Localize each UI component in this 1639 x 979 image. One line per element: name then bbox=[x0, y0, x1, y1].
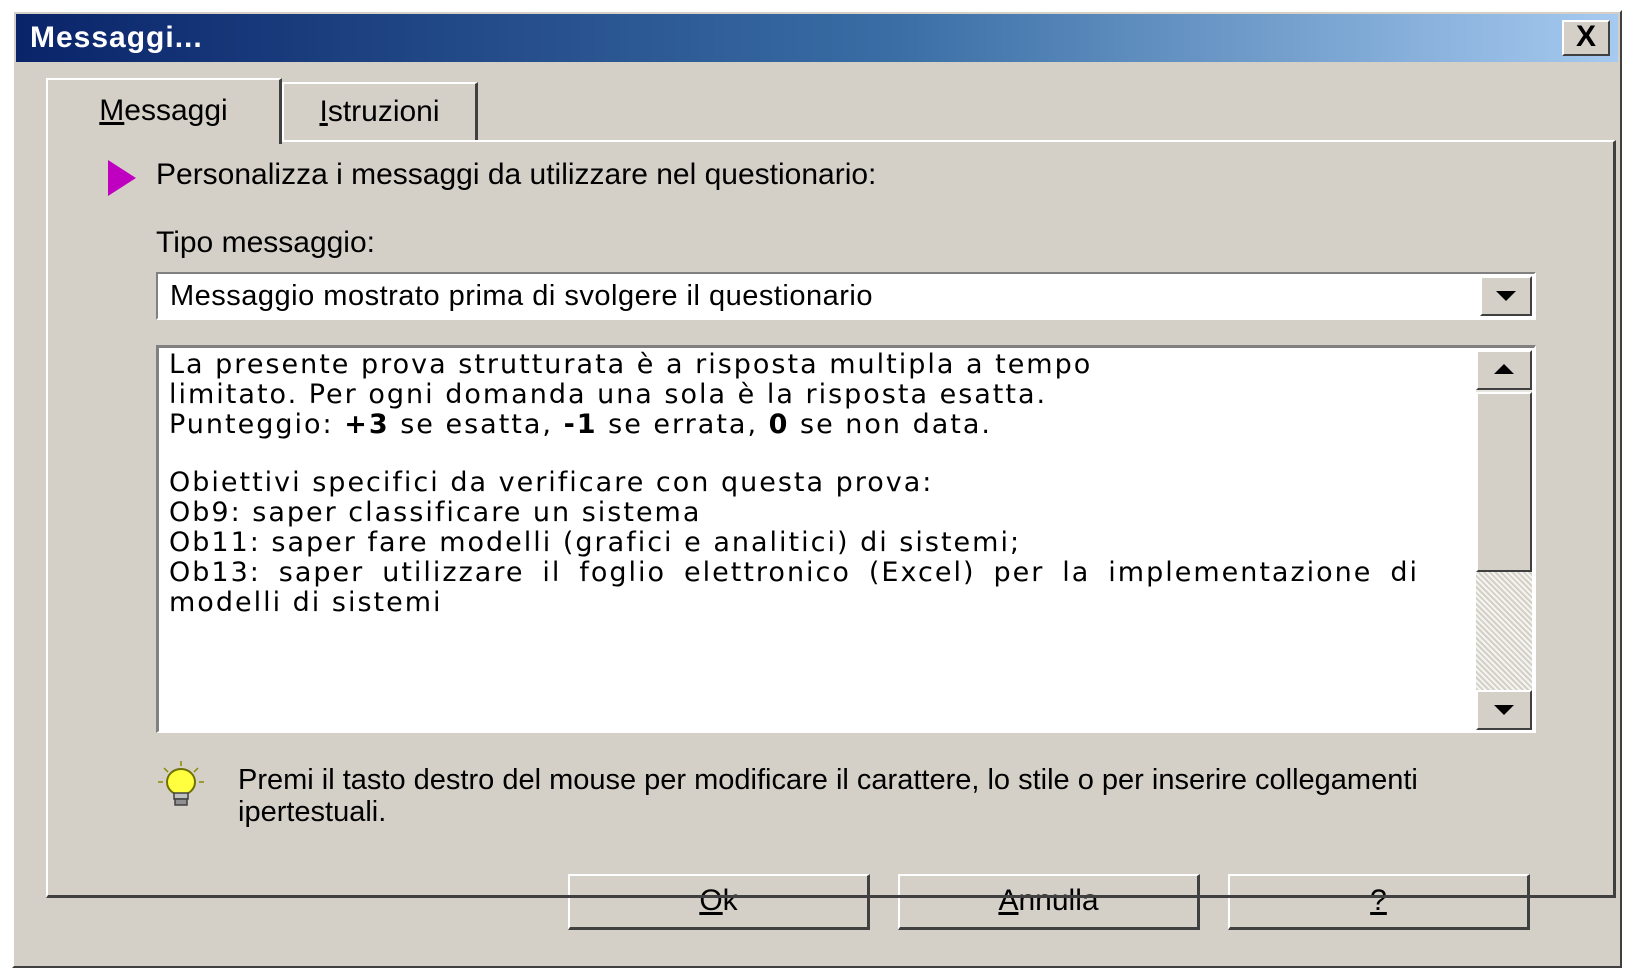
lightbulb-icon bbox=[158, 761, 204, 806]
scroll-track[interactable] bbox=[1476, 572, 1532, 690]
tab-istruzioni-label: struzioni bbox=[327, 95, 440, 128]
memo-line-score: Punteggio: +3 se esatta, -1 se errata, 0… bbox=[169, 409, 992, 440]
vertical-scrollbar[interactable] bbox=[1476, 350, 1532, 730]
chevron-down-icon bbox=[1496, 291, 1516, 301]
close-button[interactable]: X bbox=[1562, 20, 1610, 56]
tipo-messaggio-select[interactable]: Messaggio mostrato prima di svolgere il … bbox=[156, 272, 1536, 320]
memo-line: Obiettivi specifici da verificare con qu… bbox=[169, 467, 934, 498]
dropdown-button[interactable] bbox=[1480, 276, 1532, 316]
memo-line: Ob9: saper classificare un sistema bbox=[169, 497, 702, 528]
scroll-up-button[interactable] bbox=[1476, 350, 1532, 390]
tab-messaggi-accel: M bbox=[99, 94, 125, 127]
memo-line: limitato. Per ogni domanda una sola è la… bbox=[169, 379, 1048, 410]
message-textarea[interactable]: La presente prova strutturata è a rispos… bbox=[156, 345, 1536, 733]
intro-text: Personalizza i messaggi da utilizzare ne… bbox=[156, 158, 877, 191]
message-text: La presente prova strutturata è a rispos… bbox=[169, 350, 1419, 618]
title-bar[interactable]: Messaggi... X bbox=[16, 14, 1618, 62]
chevron-up-icon bbox=[1494, 364, 1514, 374]
tipo-messaggio-value: Messaggio mostrato prima di svolgere il … bbox=[170, 280, 873, 312]
scroll-thumb[interactable] bbox=[1476, 392, 1532, 572]
tab-panel: Personalizza i messaggi da utilizzare ne… bbox=[46, 140, 1616, 898]
window-title: Messaggi... bbox=[30, 21, 203, 54]
tab-istruzioni[interactable]: Istruzioni bbox=[282, 82, 478, 140]
chevron-down-icon bbox=[1494, 705, 1514, 715]
tipo-messaggio-label: Tipo messaggio: bbox=[156, 226, 375, 259]
hint-text: Premi il tasto destro del mouse per modi… bbox=[238, 764, 1418, 828]
pointer-arrow-icon bbox=[108, 160, 136, 196]
tab-messaggi[interactable]: Messaggi bbox=[46, 78, 282, 144]
dialog-window: Messaggi... X Messaggi Istruzioni Person… bbox=[12, 10, 1622, 968]
tab-messaggi-label: essaggi bbox=[124, 94, 228, 127]
memo-line: Ob11: saper fare modelli (grafici e anal… bbox=[169, 527, 1022, 558]
memo-line: Ob13: saper utilizzare il foglio elettro… bbox=[169, 557, 1419, 618]
memo-line: La presente prova strutturata è a rispos… bbox=[169, 349, 1093, 380]
tab-istruzioni-accel: I bbox=[319, 95, 328, 128]
scroll-down-button[interactable] bbox=[1476, 690, 1532, 730]
